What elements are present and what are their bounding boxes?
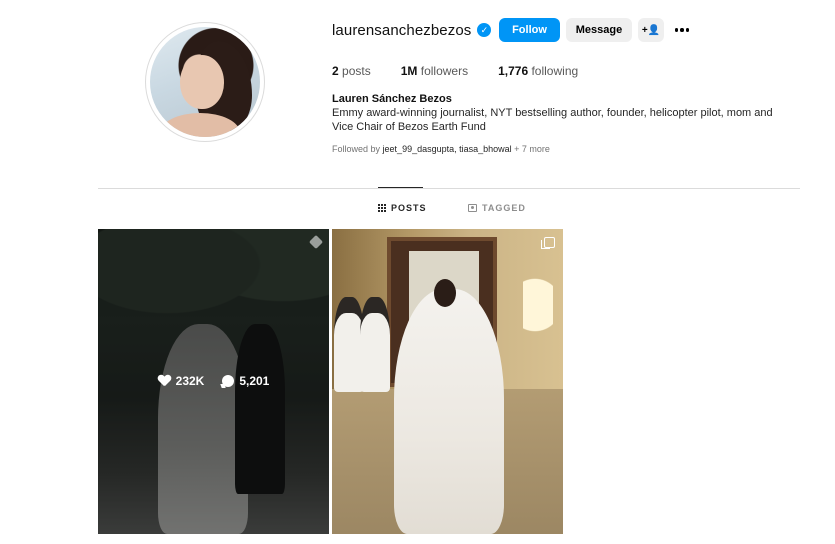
heart-icon — [158, 375, 171, 387]
followed-by-text[interactable]: Followed by jeet_99_dasgupta, tiasa_bhow… — [332, 144, 550, 154]
followers-count: 1M — [400, 64, 418, 78]
active-tab-indicator — [378, 187, 423, 188]
username: laurensanchezbezos — [332, 21, 472, 39]
post-tile-wedding-dress[interactable] — [332, 229, 563, 534]
tab-tagged[interactable]: TAGGED — [468, 203, 526, 213]
post-figure-dress — [394, 289, 504, 534]
posts-stat: 2 posts — [332, 64, 371, 78]
followers-stat[interactable]: 1M followers — [401, 64, 468, 78]
avatar-face — [180, 55, 224, 109]
post-engagement-overlay: 232K 5,201 — [98, 374, 329, 388]
profile-bio: Emmy award-winning journalist, NYT bests… — [332, 107, 773, 133]
followed-by-users[interactable]: jeet_99_dasgupta, tiasa_bhowal — [383, 144, 512, 154]
follow-button[interactable]: Follow — [499, 18, 560, 42]
profile-avatar[interactable] — [150, 27, 260, 137]
posts-count: 2 — [332, 64, 339, 78]
profile-full-name: Lauren Sánchez Bezos — [332, 93, 452, 105]
likes-group: 232K — [158, 374, 205, 388]
post-figure-head — [434, 279, 456, 307]
tab-posts[interactable]: POSTS — [378, 203, 427, 213]
tabs-divider — [98, 188, 800, 189]
following-stat[interactable]: 1,776 following — [498, 64, 578, 78]
followers-label: followers — [420, 64, 469, 78]
profile-stats: 2 posts 1M followers 1,776 following — [332, 64, 608, 78]
tagged-icon — [468, 204, 477, 212]
post-tile-wedding-walk[interactable]: 232K 5,201 — [98, 229, 329, 534]
posts-label: posts — [342, 64, 371, 78]
likes-count: 232K — [175, 374, 205, 388]
grid-icon — [378, 204, 386, 212]
following-label: following — [531, 64, 579, 78]
post-figure-attendant — [360, 297, 390, 392]
verified-badge-icon: ✓ — [477, 23, 492, 37]
tab-posts-label: POSTS — [391, 203, 427, 213]
comments-group: 5,201 — [222, 374, 269, 388]
tab-tagged-label: TAGGED — [482, 203, 526, 213]
comments-count: 5,201 — [239, 374, 270, 388]
profile-avatar-ring[interactable] — [145, 22, 265, 142]
followed-by-more[interactable]: + 7 more — [514, 144, 550, 154]
message-button[interactable]: Message — [566, 18, 632, 42]
followed-by-prefix: Followed by — [332, 144, 381, 154]
profile-header-row: laurensanchezbezos ✓ — [332, 18, 492, 42]
more-options-icon[interactable] — [672, 18, 692, 42]
post-background-lamp — [523, 269, 553, 389]
multiple-images-icon — [541, 237, 555, 249]
comment-icon — [222, 375, 235, 387]
following-count: 1,776 — [498, 64, 529, 78]
add-user-icon[interactable]: +👤 — [638, 18, 664, 42]
